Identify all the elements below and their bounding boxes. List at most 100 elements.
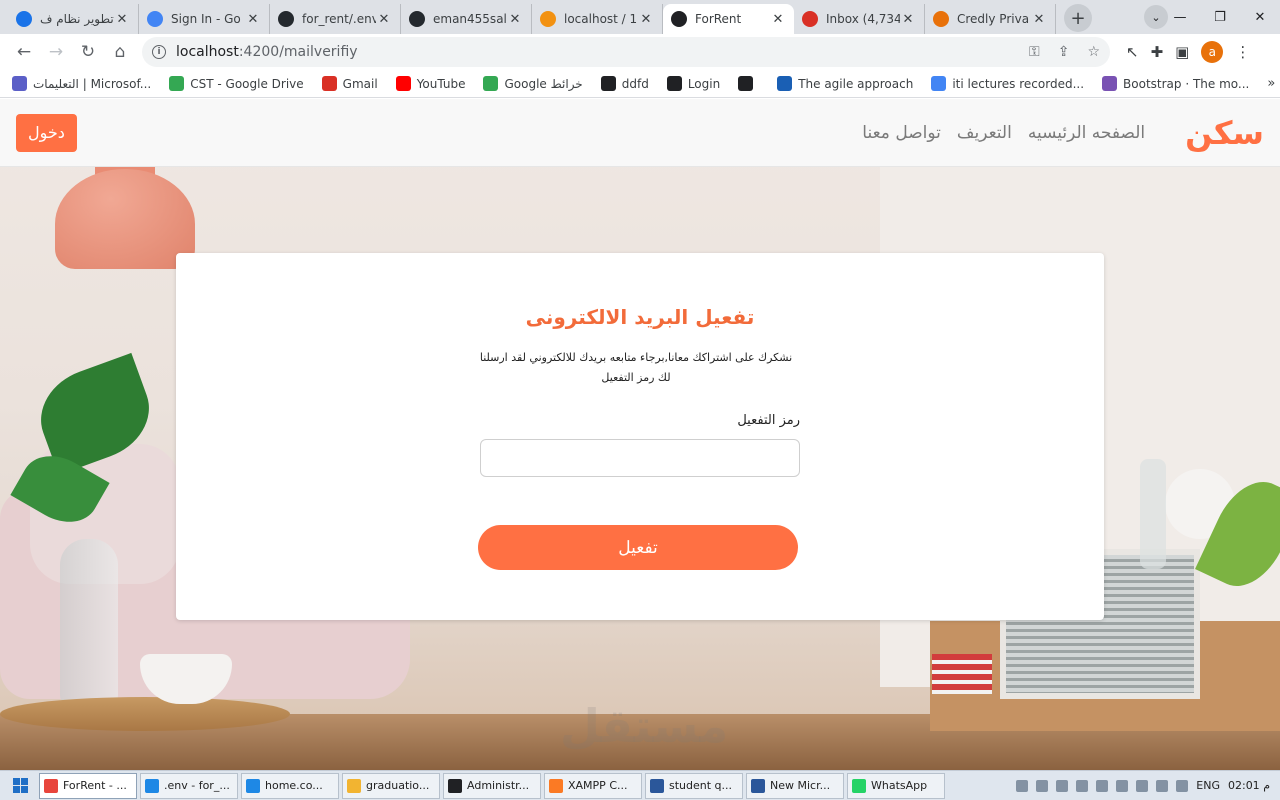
site-logo[interactable]: سكن (1185, 114, 1264, 152)
menu-kebab-icon[interactable]: ⋮ (1235, 43, 1250, 61)
vscode-icon (145, 778, 159, 793)
taskbar-item[interactable]: New Micr... (746, 772, 844, 799)
tab-title: Inbox (4,734 (826, 12, 900, 26)
home-button[interactable]: ⌂ (104, 36, 136, 68)
bookmark-item[interactable]: Bootstrap · The mo... (1102, 76, 1249, 91)
teams-icon (12, 76, 27, 91)
bookmark-item[interactable]: iti lectures recorded... (931, 76, 1084, 91)
tab-close-icon[interactable]: ✕ (638, 12, 654, 27)
profile-avatar[interactable]: a (1201, 41, 1224, 63)
network-icon[interactable] (1096, 779, 1109, 792)
taskbar-item[interactable]: .env - for_... (140, 772, 238, 799)
tab-close-icon[interactable]: ✕ (770, 12, 786, 27)
whatsapp-icon (852, 778, 866, 793)
xampp-tray-icon[interactable] (1036, 779, 1049, 792)
wifi-signal-icon[interactable] (1156, 779, 1169, 792)
chrome-icon (44, 778, 58, 793)
tab-close-icon[interactable]: ✕ (245, 12, 261, 27)
bluetooth-icon[interactable] (1116, 779, 1129, 792)
tab-close-icon[interactable]: ✕ (1031, 12, 1047, 27)
input-language[interactable]: ENG (1196, 779, 1220, 792)
minimize-button[interactable]: — (1160, 10, 1200, 25)
bookmark-label: Bootstrap · The mo... (1123, 76, 1250, 91)
tab-close-icon[interactable]: ✕ (507, 12, 523, 27)
taskbar-item-label: graduatio... (366, 779, 430, 792)
taskbar-item-label: home.co... (265, 779, 323, 792)
bookmark-item[interactable]: Gmail (321, 76, 378, 91)
cursor-extension-icon[interactable]: ↖ (1126, 43, 1139, 61)
tab-close-icon[interactable]: ✕ (900, 12, 916, 27)
taskbar-item[interactable]: ForRent - ... (39, 772, 137, 799)
url-path: :4200/mailverifiy (238, 44, 358, 60)
login-button[interactable]: دخول (16, 113, 77, 152)
bookmark-item[interactable]: The agile approach (777, 76, 913, 91)
teams-tray-icon[interactable] (1076, 779, 1089, 792)
share-icon[interactable]: ⇪ (1058, 44, 1070, 60)
browser-tab[interactable]: تطوير نظام ف ✕ (8, 4, 139, 34)
key-icon[interactable]: ⚿ (1029, 44, 1040, 60)
bookmark-item[interactable]: ddfd (600, 76, 649, 91)
taskbar-item[interactable]: WhatsApp (847, 772, 945, 799)
globe-icon (738, 76, 754, 91)
bookmark-label: Gmail (342, 76, 378, 91)
close-window-button[interactable]: ✕ (1240, 10, 1280, 25)
back-button[interactable]: ← (8, 36, 40, 68)
forward-button[interactable]: → (40, 36, 72, 68)
side-panel-icon[interactable]: ▣ (1175, 43, 1189, 61)
restore-button[interactable]: ❐ (1200, 10, 1240, 25)
bookmark-item[interactable] (738, 76, 759, 91)
tab-close-icon[interactable]: ✕ (376, 12, 392, 27)
tab-title: Sign In - Go (171, 12, 241, 26)
battery-icon[interactable] (1136, 779, 1149, 792)
browser-tab[interactable]: Inbox (4,734 ✕ (794, 4, 925, 34)
tab-close-icon[interactable]: ✕ (114, 12, 130, 27)
activate-button[interactable]: تفعيل (478, 525, 798, 570)
globe-icon (600, 76, 616, 91)
site-nav-links: سكن الصفحه الرئيسيه التعريف تواصل معنا (862, 114, 1264, 152)
browser-tab[interactable]: Sign In - Go ✕ (139, 4, 270, 34)
video-icon (777, 76, 793, 91)
site-info-icon[interactable]: i (152, 45, 166, 59)
nav-link-home[interactable]: الصفحه الرئيسيه (1028, 123, 1145, 143)
activation-code-label: رمز التفعيل (737, 413, 800, 428)
nav-link-contact[interactable]: تواصل معنا (862, 123, 941, 143)
bookmark-label: Login (687, 76, 721, 91)
nav-link-about[interactable]: التعريف (957, 123, 1012, 143)
bookmark-item[interactable]: Google خرائط (483, 76, 583, 91)
taskbar-item[interactable]: XAMPP C... (544, 772, 642, 799)
browser-tab[interactable]: for_rent/.env ✕ (270, 4, 401, 34)
bookmark-item[interactable]: التعليمات | Microsof... (12, 76, 151, 91)
volume-muted-icon[interactable] (1176, 779, 1189, 792)
bookmark-item[interactable]: CST - Google Drive (169, 76, 304, 91)
phpmyadmin-icon (540, 11, 556, 27)
browser-tab[interactable]: ForRent ✕ (663, 4, 794, 34)
browser-tab[interactable]: localhost / 1 ✕ (532, 4, 663, 34)
system-clock[interactable]: 02:01 م (1228, 779, 1270, 792)
address-bar[interactable]: i localhost:4200/mailverifiy ⚿ ⇪ ☆ (142, 37, 1110, 67)
activation-code-input[interactable] (480, 439, 800, 477)
bookmark-label: iti lectures recorded... (952, 76, 1085, 91)
vscode-icon (246, 778, 260, 793)
start-button[interactable] (4, 772, 36, 800)
windows-logo-icon (12, 778, 28, 793)
cmd-icon (448, 778, 462, 793)
bookmark-label: ddfd (621, 76, 649, 91)
bookmark-item[interactable]: Login (666, 76, 721, 91)
taskbar-item[interactable]: Administr... (443, 772, 541, 799)
reload-button[interactable]: ↻ (72, 36, 104, 68)
email-verification-card: تفعيل البريد الالكترونى نشكرك على اشتراك… (176, 253, 1104, 620)
card-message: نشكرك على اشتراكك معانا,برجاء متابعه بري… (479, 351, 793, 384)
bookmarks-overflow-icon[interactable]: » (1267, 76, 1275, 91)
taskbar-item[interactable]: home.co... (241, 772, 339, 799)
browser-tab[interactable]: eman455sall ✕ (401, 4, 532, 34)
taskbar-item[interactable]: student q... (645, 772, 743, 799)
taskbar-item[interactable]: graduatio... (342, 772, 440, 799)
bookmark-star-icon[interactable]: ☆ (1087, 44, 1100, 60)
obs-icon[interactable] (1056, 779, 1069, 792)
bookmark-item[interactable]: YouTube (395, 76, 465, 91)
new-tab-button[interactable]: + (1064, 4, 1092, 32)
extensions-icon[interactable]: ✚ (1151, 43, 1164, 61)
task-view-icon[interactable] (1016, 779, 1029, 792)
browser-tab[interactable]: Credly Priva ✕ (925, 4, 1056, 34)
url-host: localhost (176, 44, 239, 60)
